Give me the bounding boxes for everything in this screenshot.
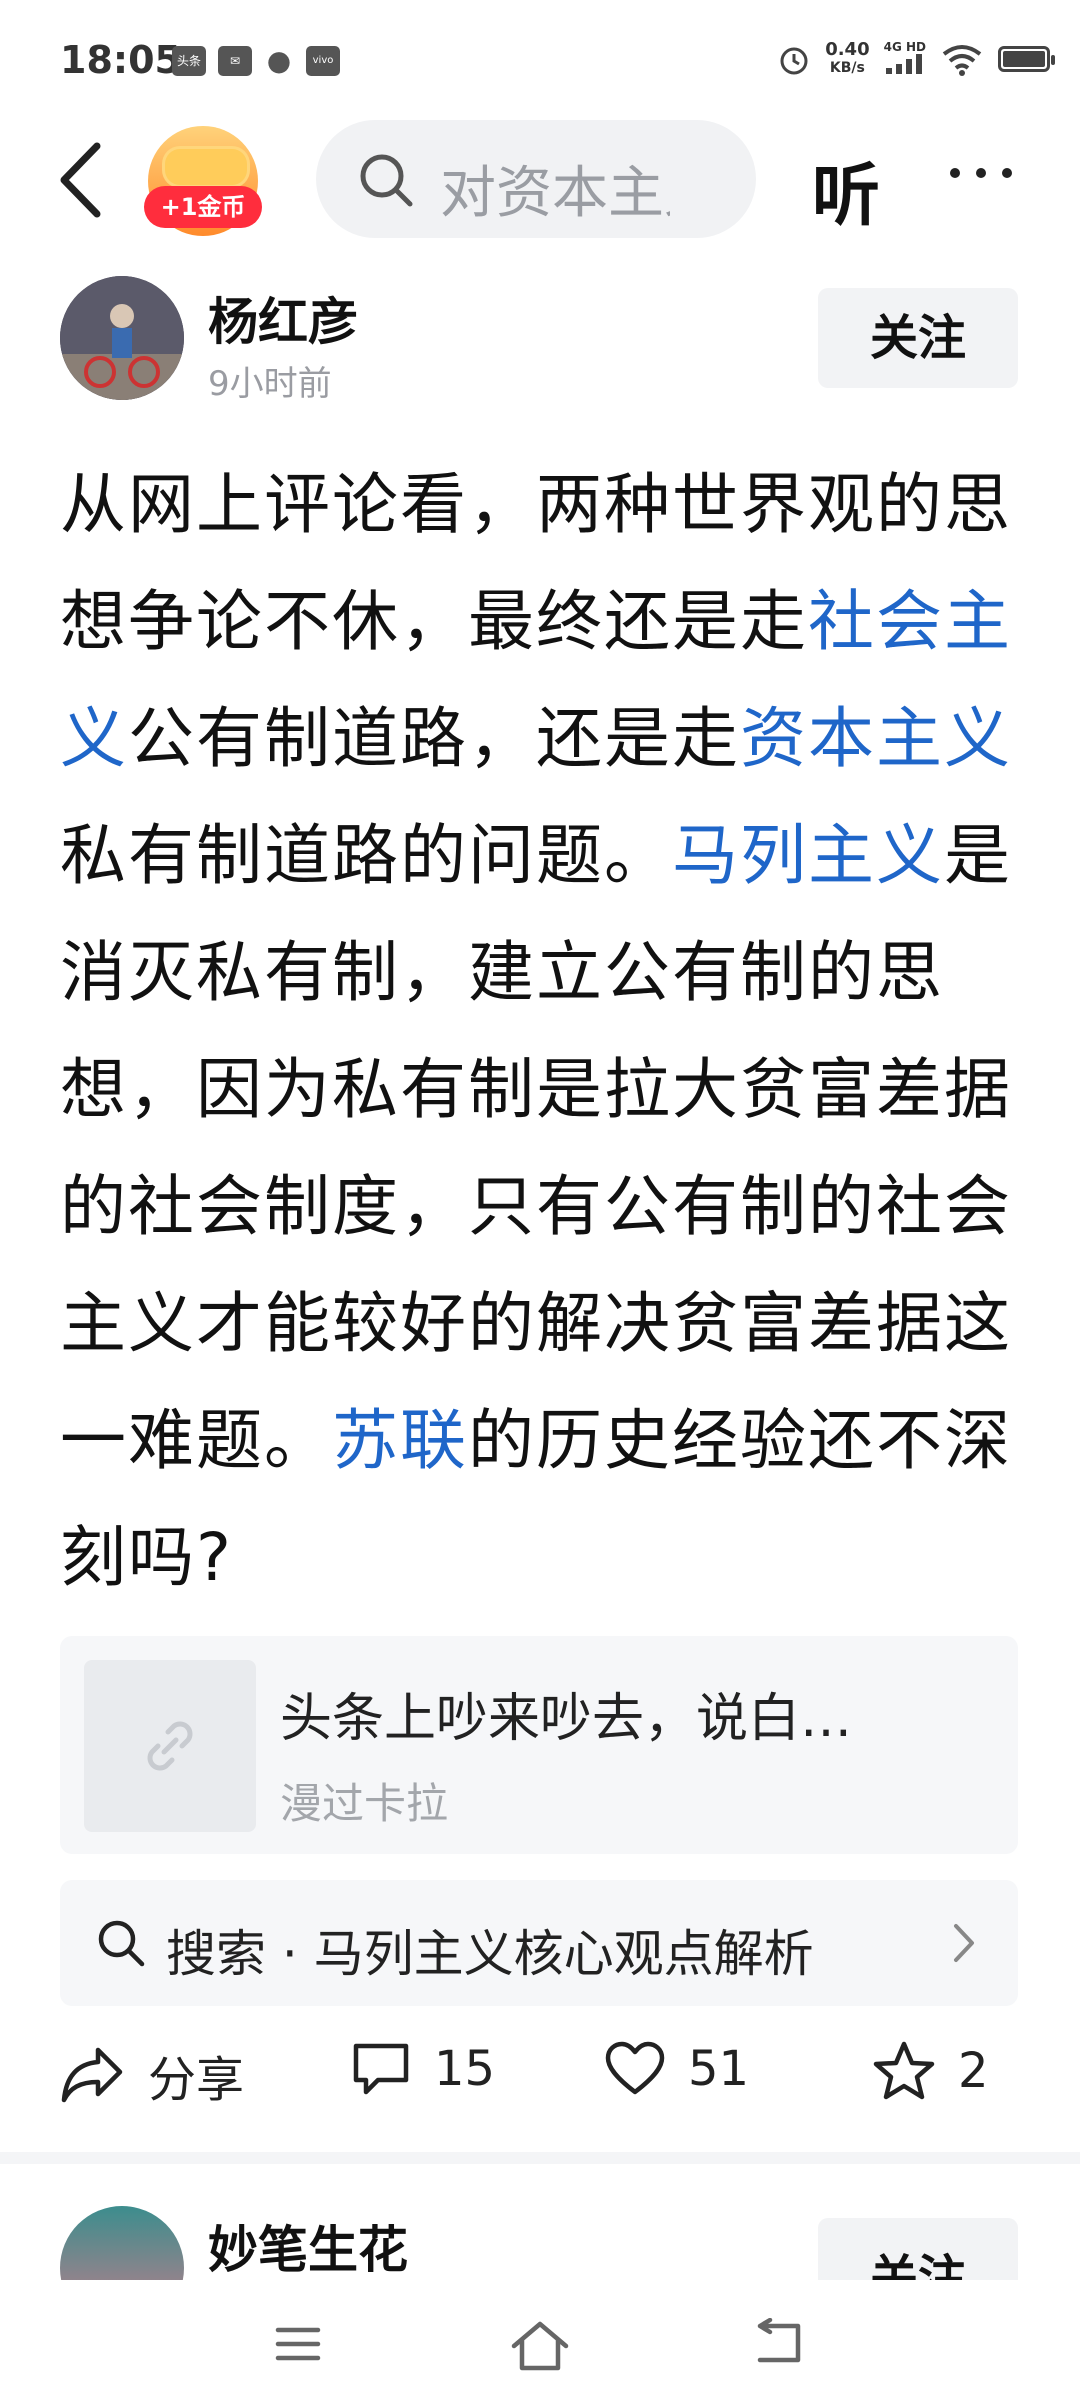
- listen-button[interactable]: 听: [812, 140, 880, 239]
- share-label: 分享: [148, 2052, 245, 2108]
- post-text: 私有制道路的问题。: [60, 817, 672, 894]
- network-speed: 0.40 KB/s: [825, 38, 870, 76]
- keyword-link-marxism-leninism[interactable]: 马列主义: [672, 817, 944, 894]
- post-time: 9小时前: [208, 364, 332, 404]
- back-chevron-icon[interactable]: [52, 140, 112, 220]
- home-icon[interactable]: [508, 2318, 572, 2374]
- cellular-signal: 4G HD: [884, 40, 926, 77]
- share-icon: [61, 2047, 123, 2103]
- wechat-icon: ●: [266, 44, 292, 77]
- follow-button[interactable]: 关注: [818, 288, 1018, 388]
- keyword-link-soviet-union[interactable]: 苏联: [332, 1402, 468, 1479]
- more-dots-icon[interactable]: [950, 168, 1012, 178]
- comment-button[interactable]: 15: [350, 2040, 495, 2098]
- search-input[interactable]: 对资本主义: [440, 148, 670, 229]
- battery-icon: [998, 45, 1055, 72]
- share-button[interactable]: 分享: [60, 2040, 244, 2110]
- back-nav-icon[interactable]: [752, 2318, 808, 2370]
- link-card-source: 漫过卡拉: [280, 1779, 449, 1828]
- post-body: 从网上评论看，两种世界观的思想争论不休，最终还是走社会主义公有制道路，还是走资本…: [60, 446, 1020, 1616]
- comment-count: 15: [434, 2041, 496, 2097]
- feed-divider: [0, 2152, 1080, 2164]
- signal-bars-icon: [885, 54, 922, 74]
- status-time: 18:05: [60, 38, 181, 82]
- star-icon: [873, 2041, 935, 2100]
- author-name[interactable]: 杨红彦: [208, 282, 358, 354]
- post-text: 公有制道路，还是走: [128, 700, 740, 777]
- chevron-right-icon: [954, 1924, 974, 1962]
- message-icon: ✉: [218, 46, 252, 76]
- like-button[interactable]: 51: [604, 2040, 749, 2098]
- search-icon: [360, 154, 413, 207]
- search-icon: [98, 1920, 145, 1967]
- author-avatar[interactable]: [60, 276, 184, 400]
- next-author-name[interactable]: 妙笔生花: [208, 2210, 408, 2282]
- link-icon: [147, 1721, 193, 1771]
- favorite-button[interactable]: 2: [872, 2040, 989, 2102]
- like-count: 51: [688, 2041, 750, 2097]
- keyword-link-capitalism[interactable]: 资本主义: [740, 700, 1012, 777]
- comment-icon: [353, 2043, 409, 2095]
- related-search-text[interactable]: 搜索 · 马列主义核心观点解析: [166, 1914, 814, 1986]
- coin-envelope-icon: [162, 146, 250, 188]
- coin-badge: +1金币: [144, 186, 262, 228]
- menu-icon[interactable]: [272, 2318, 324, 2370]
- link-card-title[interactable]: 头条上吵来吵去，说白…: [280, 1676, 990, 1751]
- alarm-icon: [780, 47, 808, 74]
- vivo-icon: vivo: [306, 46, 340, 76]
- heart-icon: [605, 2041, 665, 2095]
- action-bar: 分享 15 51 2: [60, 2040, 1020, 2120]
- wifi-icon: [942, 44, 982, 76]
- toutiao-icon: 头条: [172, 46, 206, 76]
- post-text: 是消灭私有制，建立公有制的思想，因为私有制是拉大贫富差据的社会制度，只有公有制的…: [60, 817, 1012, 1479]
- favorite-count: 2: [958, 2043, 989, 2099]
- status-right: 0.40 KB/s 4G HD: [777, 38, 1055, 77]
